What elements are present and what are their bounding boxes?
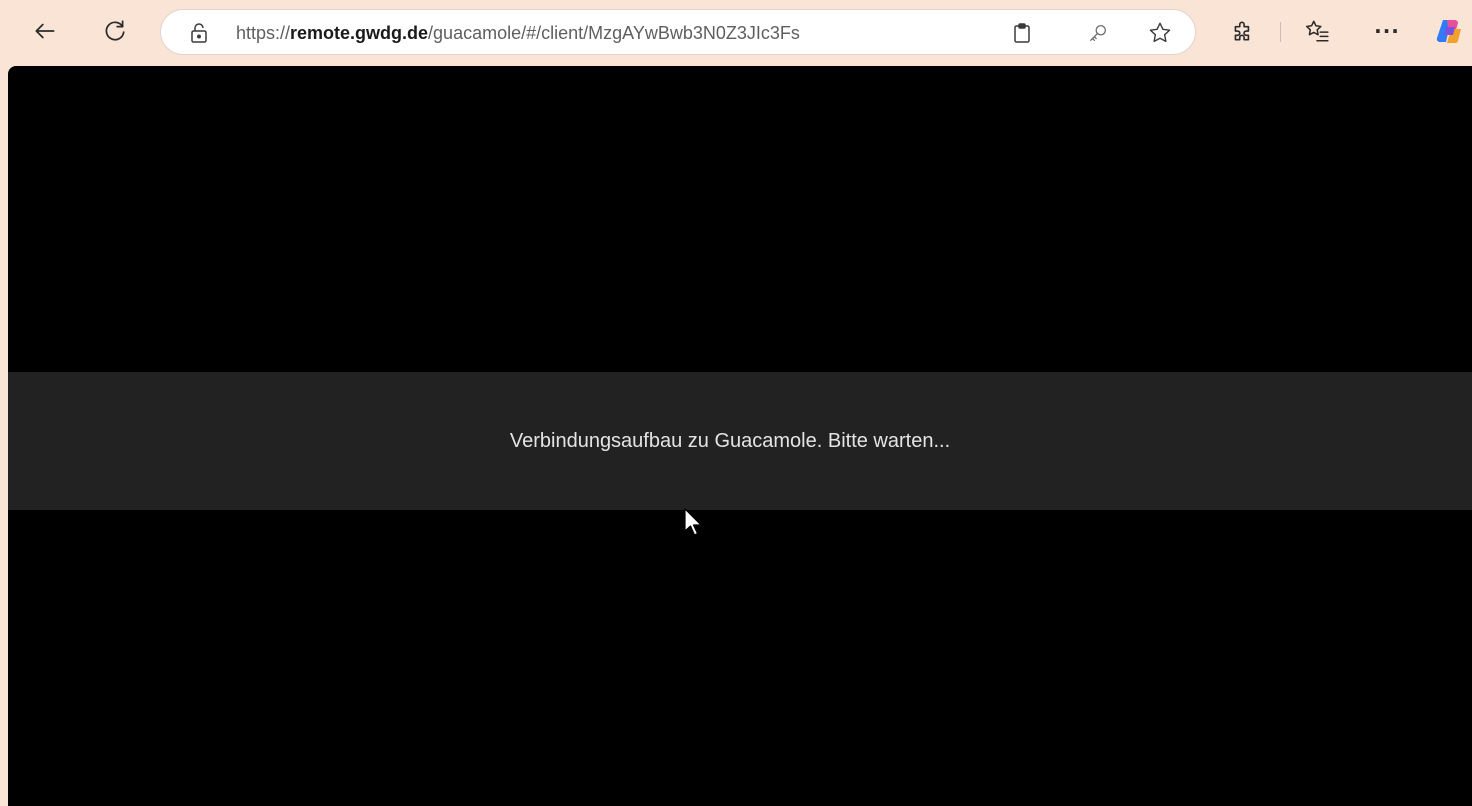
- address-bar[interactable]: https://remote.gwdg.de/guacamole/#/clien…: [160, 9, 1196, 55]
- site-info-button[interactable]: [187, 22, 211, 44]
- favorites-list-icon: [1305, 20, 1329, 42]
- connection-status-banner: Verbindungsaufbau zu Guacamole. Bitte wa…: [8, 372, 1472, 510]
- mouse-cursor-icon: [684, 508, 702, 536]
- star-icon: [1149, 22, 1171, 43]
- arrow-left-icon: [35, 23, 55, 39]
- url-text[interactable]: https://remote.gwdg.de/guacamole/#/clien…: [236, 22, 800, 44]
- clipboard-button[interactable]: [1009, 20, 1035, 46]
- puzzle-icon: [1234, 21, 1250, 41]
- ellipsis-icon: ···: [1374, 19, 1400, 43]
- guacamole-viewport[interactable]: Verbindungsaufbau zu Guacamole. Bitte wa…: [8, 66, 1472, 806]
- url-scheme: https://: [236, 23, 291, 43]
- clipboard-icon: [1014, 23, 1030, 43]
- back-button[interactable]: [28, 14, 62, 48]
- browser-toolbar: https://remote.gwdg.de/guacamole/#/clien…: [0, 0, 1472, 66]
- status-message: Verbindungsaufbau zu Guacamole. Bitte wa…: [509, 429, 951, 452]
- refresh-button[interactable]: [98, 14, 132, 48]
- password-button[interactable]: [1085, 20, 1111, 46]
- favorites-button[interactable]: [1300, 14, 1334, 48]
- copilot-button[interactable]: [1432, 14, 1466, 48]
- copilot-icon: [1436, 20, 1461, 44]
- lock-icon: [191, 23, 207, 43]
- more-button[interactable]: ···: [1370, 14, 1404, 48]
- url-host: remote.gwdg.de: [290, 23, 429, 43]
- url-path: /guacamole/#/client/MzgAYwBwb3N0Z3JIc3Fs: [428, 23, 800, 43]
- toolbar-separator: [1280, 22, 1281, 42]
- extensions-button[interactable]: [1226, 14, 1260, 48]
- key-icon: [1090, 25, 1106, 41]
- refresh-icon: [105, 20, 125, 41]
- favorite-button[interactable]: [1147, 20, 1173, 46]
